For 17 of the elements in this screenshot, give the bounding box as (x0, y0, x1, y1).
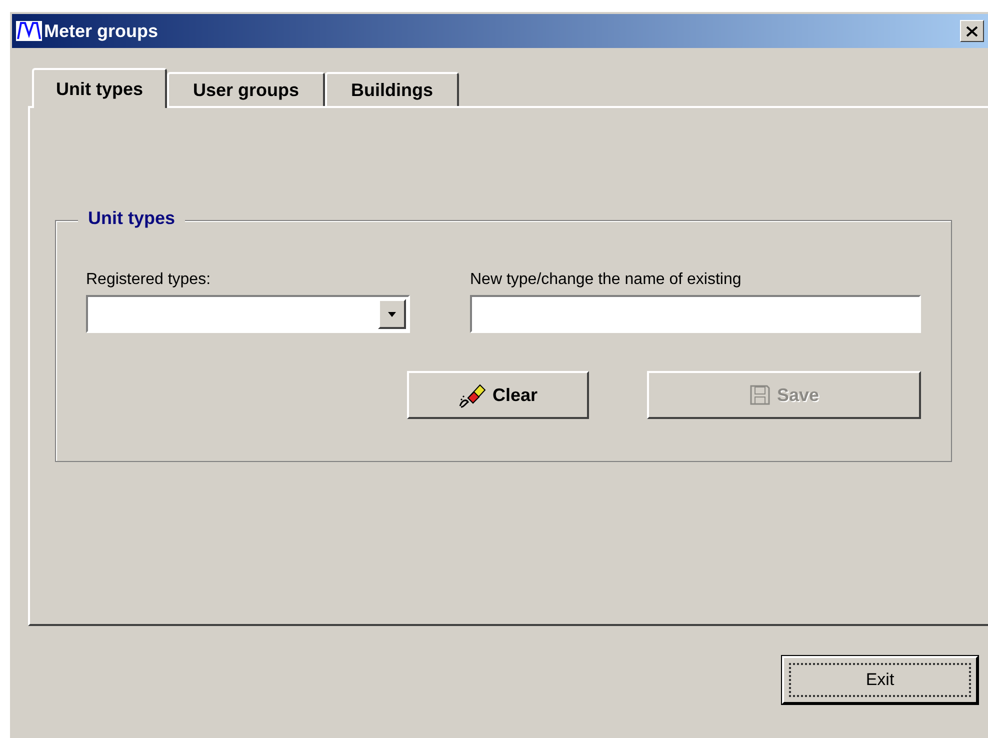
field-label: New type/change the name of existing (470, 271, 742, 289)
dropdown-arrow-button[interactable] (378, 299, 406, 329)
tab[interactable]: Buildings (325, 72, 460, 106)
registered-types-dropdown[interactable] (86, 295, 410, 333)
close-icon (966, 26, 978, 36)
tab[interactable]: User groups (167, 72, 326, 106)
window-title: Meter groups (44, 20, 160, 42)
clear-button[interactable]: Clear (407, 371, 589, 419)
exit-button[interactable]: Exit (782, 656, 978, 704)
tab[interactable]: Unit types (32, 68, 168, 108)
field-label: Registered types: (86, 271, 212, 289)
caret-icon (388, 312, 396, 316)
app-logo-icon (16, 21, 42, 41)
close-button[interactable] (960, 20, 984, 42)
group-title: Unit types (78, 208, 186, 229)
new-type-input-field[interactable] (470, 295, 921, 333)
eraser-icon (458, 382, 486, 408)
